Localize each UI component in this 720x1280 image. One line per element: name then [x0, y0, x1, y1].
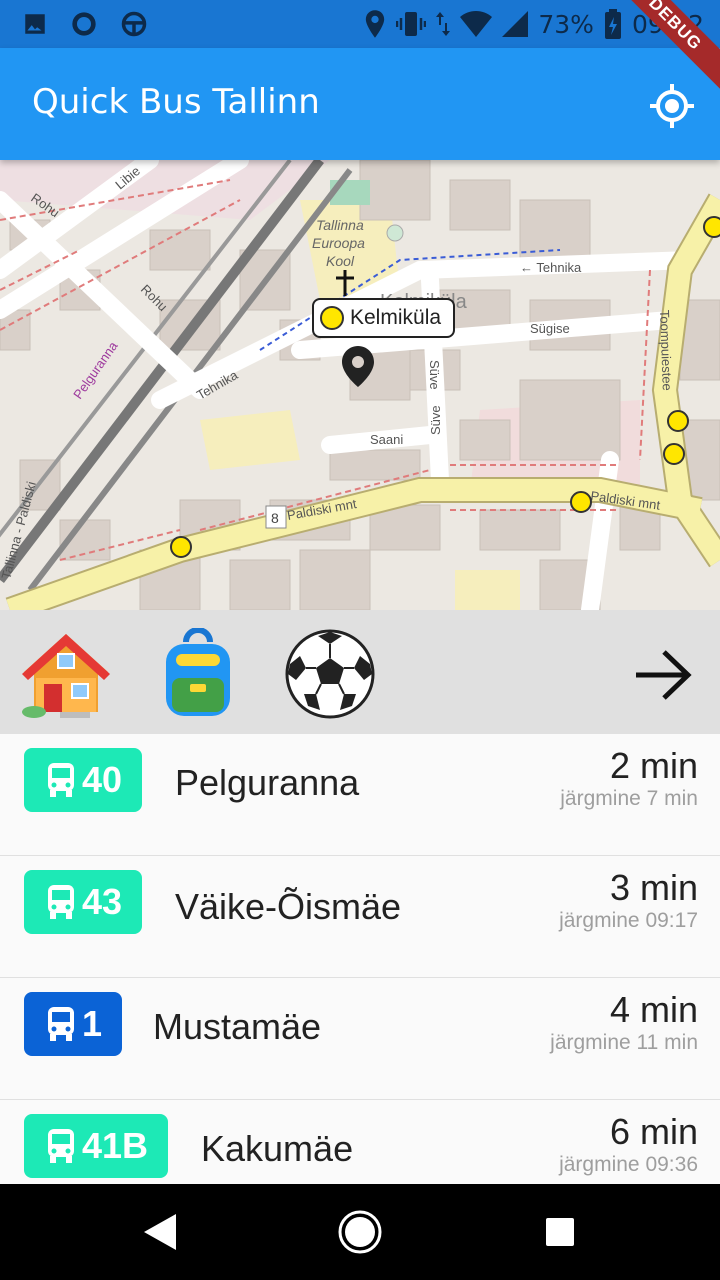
route-badge: 1	[24, 992, 123, 1056]
eta-time: 3 min	[609, 867, 698, 908]
bus-stop-marker[interactable]	[663, 443, 685, 465]
back-button[interactable]	[136, 1208, 184, 1256]
svg-text:8: 8	[271, 510, 279, 526]
bus-stop-marker[interactable]	[667, 410, 689, 432]
next-departure: järgmine 09:36	[559, 1153, 698, 1176]
bus-stop-marker[interactable]	[170, 536, 192, 558]
battery-percent: 73%	[538, 9, 594, 39]
favorite-school-button[interactable]	[152, 627, 244, 720]
app-bar: Quick Bus Tallinn	[0, 48, 720, 160]
poi-label: Tallinna	[316, 217, 364, 233]
battery-charging-icon	[604, 9, 621, 39]
favorites-bar	[0, 610, 720, 734]
destination-label: Pelguranna	[175, 762, 360, 803]
recents-square-icon	[546, 1218, 574, 1246]
route-number: 41B	[82, 1125, 149, 1166]
selected-stop-label[interactable]: Kelmiküla	[312, 298, 456, 338]
route-number: 1	[82, 1003, 103, 1044]
poi-label: Euroopa	[312, 235, 365, 251]
street-label: Süve	[428, 405, 443, 435]
bus-stop-dot-icon	[320, 306, 344, 330]
route-number: 40	[82, 759, 123, 800]
eta-block: 6 min järgmine 09:36	[559, 1112, 698, 1178]
eta-time: 6 min	[609, 1111, 698, 1152]
back-triangle-icon	[144, 1214, 176, 1250]
departures-list[interactable]: 40 Pelguranna 2 min järgmine 7 min 43 Vä…	[0, 734, 720, 1184]
cell-signal-icon	[502, 11, 529, 37]
map-tiles: Rohu Libie Rohu Tehnika ← Tehnika Sügise…	[0, 160, 720, 610]
eta-block: 3 min järgmine 09:17	[559, 868, 698, 934]
route-number: 43	[82, 881, 123, 922]
next-departure: järgmine 11 min	[550, 1031, 698, 1054]
soccer-ball-icon	[285, 629, 375, 719]
departure-row[interactable]: 1 Mustamäe 4 min järgmine 11 min	[0, 978, 720, 1101]
poi-label: Kool	[326, 253, 355, 269]
favorite-home-button[interactable]	[20, 628, 112, 720]
circle-notification-icon	[72, 12, 96, 36]
more-favorites-button[interactable]	[628, 640, 698, 710]
street-label: Saani	[370, 432, 403, 447]
vibrate-icon	[396, 12, 427, 36]
departure-row[interactable]: 41B Kakumäe 6 min järgmine 09:36	[0, 1100, 720, 1184]
home-button[interactable]	[336, 1208, 384, 1256]
route-badge: 41B	[24, 1114, 169, 1178]
favorite-sports-button[interactable]	[284, 628, 376, 720]
steering-notification-icon	[121, 11, 147, 37]
route-badge: 40	[24, 748, 143, 812]
bus-stop-marker[interactable]	[703, 216, 720, 238]
eta-time: 4 min	[609, 989, 698, 1030]
street-label: Sügise	[530, 321, 570, 336]
destination-label: Mustamäe	[153, 1006, 322, 1047]
bus-icon	[48, 885, 74, 919]
map-view[interactable]: Rohu Libie Rohu Tehnika ← Tehnika Sügise…	[0, 160, 720, 610]
selected-stop-name: Kelmiküla	[350, 306, 442, 329]
status-bar: 73% 09:02	[0, 0, 720, 48]
location-status-icon	[366, 10, 385, 38]
departure-row[interactable]: 43 Väike-Õismäe 3 min järgmine 09:17	[0, 856, 720, 979]
bus-stop-marker[interactable]	[570, 491, 592, 513]
data-arrows-icon	[436, 12, 451, 36]
next-departure: järgmine 7 min	[560, 787, 698, 810]
bus-icon	[48, 763, 74, 797]
street-label: Süve	[427, 360, 442, 390]
next-departure: järgmine 09:17	[559, 909, 698, 932]
recents-button[interactable]	[536, 1208, 584, 1256]
eta-time: 2 min	[609, 745, 698, 786]
destination-label: Kakumäe	[201, 1128, 354, 1169]
bus-icon	[48, 1129, 74, 1163]
wifi-icon	[460, 11, 493, 37]
image-notification-icon	[25, 14, 45, 34]
locate-me-button[interactable]	[648, 82, 696, 130]
arrow-right-icon	[636, 650, 692, 700]
street-label: Toompuiestee	[657, 310, 675, 391]
bus-icon	[48, 1007, 74, 1041]
backpack-icon	[166, 627, 230, 716]
home-circle-icon	[338, 1210, 382, 1254]
house-icon	[22, 634, 110, 718]
eta-block: 4 min järgmine 11 min	[550, 990, 698, 1056]
departure-row[interactable]: 40 Pelguranna 2 min järgmine 7 min	[0, 734, 720, 857]
eta-block: 2 min järgmine 7 min	[560, 746, 698, 812]
route-badge: 43	[24, 870, 143, 934]
destination-label: Väike-Õismäe	[175, 886, 402, 927]
gps-locate-icon	[650, 84, 694, 128]
app-title: Quick Bus Tallinn	[32, 82, 320, 122]
street-label: ← Tehnika	[520, 260, 582, 275]
system-nav-bar	[0, 1184, 720, 1280]
